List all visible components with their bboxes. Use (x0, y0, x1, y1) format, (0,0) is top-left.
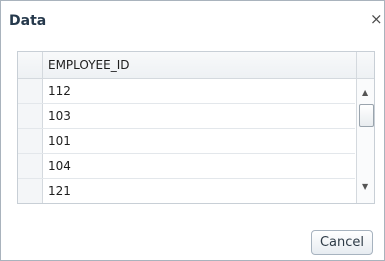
row-header[interactable] (18, 79, 43, 103)
vertical-scrollbar[interactable]: ▲ ▼ (356, 79, 374, 203)
scrollbar-thumb[interactable] (359, 104, 374, 127)
close-icon[interactable]: × (370, 12, 383, 27)
table-row[interactable]: 103 (18, 104, 355, 129)
table-cell[interactable]: 101 (48, 134, 71, 148)
table-cell[interactable]: 121 (48, 184, 71, 198)
table-cell[interactable]: 103 (48, 109, 71, 123)
row-header-corner (18, 52, 43, 78)
table-row[interactable]: 101 (18, 129, 355, 154)
row-header[interactable] (18, 179, 43, 203)
row-header[interactable] (18, 104, 43, 128)
dialog-title: Data (9, 13, 47, 29)
scroll-down-icon[interactable]: ▼ (362, 182, 368, 191)
data-dialog: Data × EMPLOYEE_ID 112 103 101 104 121 ▲… (0, 0, 385, 261)
table-row[interactable]: 121 (18, 179, 355, 203)
data-grid: EMPLOYEE_ID 112 103 101 104 121 ▲ ▼ (17, 51, 375, 204)
row-header[interactable] (18, 129, 43, 153)
grid-header: EMPLOYEE_ID (18, 52, 374, 79)
scrollbar-corner (356, 52, 374, 78)
column-header-employee-id[interactable]: EMPLOYEE_ID (48, 58, 130, 72)
table-cell[interactable]: 112 (48, 84, 71, 98)
table-cell[interactable]: 104 (48, 159, 71, 173)
grid-rows: 112 103 101 104 121 (18, 79, 355, 203)
table-row[interactable]: 104 (18, 154, 355, 179)
table-row[interactable]: 112 (18, 79, 355, 104)
row-header[interactable] (18, 154, 43, 178)
scroll-up-icon[interactable]: ▲ (362, 88, 368, 97)
cancel-button[interactable]: Cancel (311, 230, 373, 255)
